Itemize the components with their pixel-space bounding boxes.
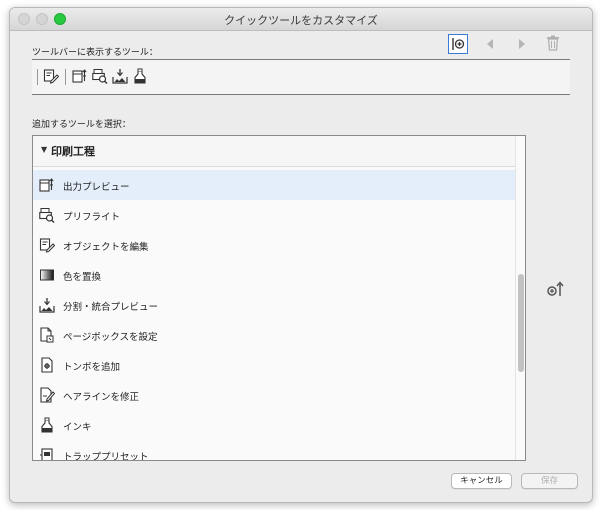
list-item-label: トラッププリセット <box>63 452 149 461</box>
save-button[interactable]: 保存 <box>521 473 578 489</box>
window-title: クイックツールをカスタマイズ <box>224 14 378 27</box>
trap-presets-icon <box>39 447 55 460</box>
scrollbar-thumb[interactable] <box>518 274 524 372</box>
list-item-label: 分割・統合プレビュー <box>63 302 159 313</box>
add-tools-label: 追加するツールを選択： <box>32 120 131 130</box>
list-item-label: 出力プレビュー <box>63 182 130 193</box>
tool-group-label: 印刷工程 <box>51 145 95 158</box>
tool-group-header[interactable]: ▼ 印刷工程 <box>33 136 515 167</box>
list-item[interactable]: オブジェクトを編集 <box>33 230 515 260</box>
ink-icon[interactable] <box>132 68 148 84</box>
scrollbar[interactable] <box>515 136 525 460</box>
list-item-label: オブジェクトを編集 <box>63 242 149 253</box>
list-item[interactable]: インキ <box>33 410 515 440</box>
fix-hairlines-icon <box>39 387 56 403</box>
customize-quick-tools-window: クイックツールをカスタマイズ ツールバーに表示するツール： 追加するツールを選択… <box>9 7 593 503</box>
add-printer-marks-icon <box>39 357 55 373</box>
list-item-label: ヘアラインを修正 <box>63 392 140 403</box>
list-item-label: トンボを追加 <box>63 362 121 373</box>
toolbar-preview <box>32 59 570 95</box>
preflight-icon <box>39 207 55 223</box>
preflight-icon[interactable] <box>92 68 108 84</box>
title-bar: クイックツールをカスタマイズ <box>10 8 592 31</box>
list-item[interactable]: トラッププリセット <box>33 440 515 461</box>
trash-icon[interactable] <box>544 34 562 52</box>
edit-object-icon[interactable] <box>43 68 60 84</box>
disclosure-triangle-icon[interactable]: ▼ <box>41 145 47 154</box>
cancel-button[interactable]: キャンセル <box>451 473 512 489</box>
tool-list[interactable]: ▼ 印刷工程 出力プレビュー プリフライト オブジェクトを編集 色を置換 分割・… <box>32 135 526 461</box>
flattener-preview-icon[interactable] <box>112 68 128 84</box>
set-page-boxes-icon <box>39 327 55 343</box>
list-item[interactable]: 分割・統合プレビュー <box>33 290 515 320</box>
add-to-toolbar-icon[interactable] <box>546 280 566 298</box>
move-left-icon[interactable] <box>481 35 499 53</box>
toolbar-tools-label: ツールバーに表示するツール： <box>32 48 158 58</box>
toolbar-divider[interactable] <box>37 69 38 85</box>
output-preview-icon[interactable] <box>72 68 88 84</box>
list-item-label: プリフライト <box>63 212 121 223</box>
list-item[interactable]: プリフライト <box>33 200 515 230</box>
replace-color-icon <box>39 267 55 283</box>
list-item[interactable]: ヘアラインを修正 <box>33 380 515 410</box>
list-item[interactable]: トンボを追加 <box>33 350 515 380</box>
list-item[interactable]: 出力プレビュー <box>33 170 515 200</box>
edit-object-icon <box>39 237 56 253</box>
output-preview-icon <box>39 177 55 193</box>
list-item[interactable]: ページボックスを設定 <box>33 320 515 350</box>
list-item-label: ページボックスを設定 <box>63 332 158 343</box>
move-right-icon[interactable] <box>513 35 531 53</box>
add-divider-icon[interactable] <box>448 34 468 54</box>
toolbar-divider[interactable] <box>65 69 66 85</box>
ink-icon <box>39 417 55 433</box>
list-item-label: インキ <box>63 422 92 433</box>
list-item-label: 色を置換 <box>63 272 102 283</box>
flattener-preview-icon <box>39 297 55 313</box>
list-item[interactable]: 色を置換 <box>33 260 515 290</box>
